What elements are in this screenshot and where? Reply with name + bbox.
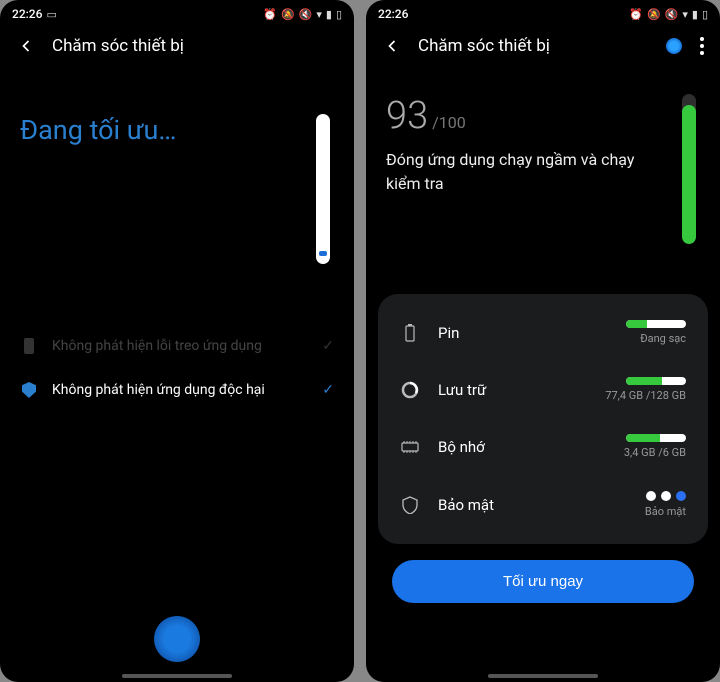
- storage-meta: 77,4 GB /128 GB: [605, 389, 686, 402]
- row-security[interactable]: Bảo mật Bảo mật: [378, 475, 708, 534]
- screen-left: 22:26 ▭ ⏰ 🔕 🔇 ▾ ▮ ▯ Chăm sóc thiết bị Đa…: [0, 0, 354, 682]
- row-memory[interactable]: Bộ nhớ 3,4 GB /6 GB: [378, 418, 708, 475]
- scan-item-crash: Không phát hiện lỗi treo ứng dụng ✓: [20, 324, 334, 368]
- scan-results-list: Không phát hiện lỗi treo ứng dụng ✓ Khôn…: [0, 324, 354, 412]
- screen-right: 22:26 ⏰ 🔕 🔇 ▾ ▮ ▯ Chăm sóc thiết bị 93/1…: [366, 0, 720, 682]
- scan-orb[interactable]: [154, 616, 200, 662]
- alarm-icon: ⏰: [263, 8, 277, 21]
- score-value: 93: [386, 94, 428, 138]
- progress-track: [316, 114, 330, 264]
- hero-section: Đang tối ưu…: [0, 64, 354, 264]
- alarm-icon: ⏰: [629, 8, 643, 21]
- battery-status-icon: ▯: [336, 8, 342, 21]
- scan-text: Không phát hiện lỗi treo ứng dụng: [52, 338, 308, 354]
- battery-meta: Đang sạc: [626, 332, 686, 345]
- storage-icon: [400, 381, 420, 399]
- wifi-icon: ▾: [682, 8, 688, 21]
- memory-icon: [400, 440, 420, 454]
- status-tray: ⏰ 🔕 🔇 ▾ ▮ ▯: [629, 8, 708, 21]
- wifi-icon: ▾: [316, 8, 322, 21]
- back-button[interactable]: [16, 36, 36, 56]
- memory-meta: 3,4 GB /6 GB: [624, 446, 686, 459]
- mute-icon: 🔇: [299, 8, 313, 21]
- page-title: Chăm sóc thiết bị: [418, 36, 650, 56]
- nav-handle[interactable]: [122, 674, 232, 678]
- battery-status-icon: ▯: [702, 8, 708, 21]
- row-label: Bộ nhớ: [438, 438, 606, 456]
- status-card: Pin Đang sạc Lưu trữ 77,4 GB /128 GB Bộ …: [378, 294, 708, 544]
- optimize-now-button[interactable]: Tối ưu ngay: [392, 560, 694, 603]
- shield-icon: [20, 382, 38, 398]
- media-icon: ▭: [46, 8, 56, 21]
- status-bar: 22:26 ⏰ 🔕 🔇 ▾ ▮ ▯: [366, 0, 720, 28]
- status-time: 22:26: [12, 7, 42, 21]
- app-header: Chăm sóc thiết bị: [0, 28, 354, 64]
- row-battery[interactable]: Pin Đang sạc: [378, 304, 708, 361]
- security-dots: [645, 491, 686, 501]
- score-max: /100: [432, 113, 466, 132]
- scan-item-malware: Không phát hiện ứng dụng độc hại ✓: [20, 368, 334, 412]
- hero-section: 93/100 Đóng ứng dụng chạy ngầm và chạy k…: [366, 64, 720, 244]
- security-meta: Bảo mật: [645, 505, 686, 518]
- score-bar: [682, 94, 696, 244]
- row-storage[interactable]: Lưu trữ 77,4 GB /128 GB: [378, 361, 708, 418]
- mute-icon: 🔇: [665, 8, 679, 21]
- vibrate-icon: 🔕: [281, 8, 295, 21]
- battery-icon: [400, 324, 420, 342]
- score-fill: [682, 105, 696, 245]
- status-bar: 22:26 ▭ ⏰ 🔕 🔇 ▾ ▮ ▯: [0, 0, 354, 28]
- battery-icon: [20, 338, 38, 354]
- battery-bar: [626, 320, 686, 328]
- memory-bar: [626, 434, 686, 442]
- page-title: Chăm sóc thiết bị: [52, 36, 338, 56]
- signal-icon: ▮: [692, 8, 698, 21]
- optimize-status-text: Đang tối ưu…: [20, 114, 304, 264]
- row-label: Bảo mật: [438, 496, 627, 514]
- back-button[interactable]: [382, 36, 402, 56]
- app-header: Chăm sóc thiết bị: [366, 28, 720, 64]
- row-label: Lưu trữ: [438, 381, 587, 399]
- tips-icon[interactable]: [666, 38, 682, 54]
- shield-icon: [400, 496, 420, 514]
- status-tray: ⏰ 🔕 🔇 ▾ ▮ ▯: [263, 8, 342, 21]
- status-time: 22:26: [378, 7, 408, 21]
- row-label: Pin: [438, 324, 608, 342]
- score-subtitle: Đóng ứng dụng chạy ngầm và chạy kiểm tra: [386, 148, 670, 196]
- check-icon: ✓: [322, 382, 334, 398]
- scan-text: Không phát hiện ứng dụng độc hại: [52, 382, 308, 398]
- more-menu-button[interactable]: [700, 37, 704, 55]
- progress-marker: [319, 251, 327, 256]
- check-icon: ✓: [322, 338, 334, 354]
- nav-handle[interactable]: [488, 674, 598, 678]
- vibrate-icon: 🔕: [647, 8, 661, 21]
- signal-icon: ▮: [326, 8, 332, 21]
- storage-bar: [626, 377, 686, 385]
